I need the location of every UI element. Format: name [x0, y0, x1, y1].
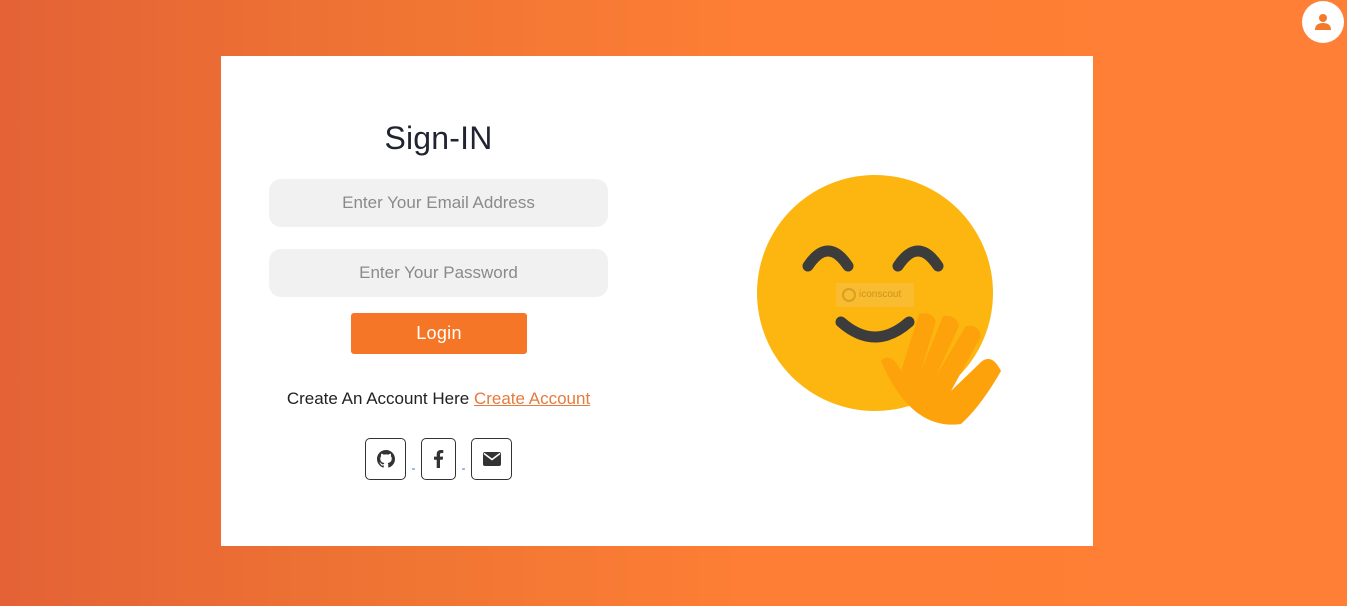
profile-button[interactable] [1302, 1, 1344, 43]
email-field[interactable] [269, 179, 608, 227]
envelope-icon [482, 452, 501, 466]
page-title: Sign-IN [384, 120, 493, 156]
github-button[interactable] [365, 438, 406, 480]
create-account-row: Create An Account Here Create Account [269, 389, 608, 409]
github-icon [376, 450, 395, 468]
user-icon [1315, 14, 1331, 30]
separator: - [461, 461, 466, 475]
login-button[interactable]: Login [351, 313, 527, 354]
facebook-icon [434, 450, 444, 468]
create-account-link[interactable]: Create Account [474, 389, 590, 408]
social-links: - - [365, 438, 512, 480]
create-account-prompt: Create An Account Here [286, 389, 470, 408]
email-button[interactable] [471, 438, 512, 480]
watermark: iconscout [836, 283, 914, 307]
separator: - [411, 461, 416, 475]
signin-card: Sign-IN Login Create An Account Here Cre… [221, 56, 1093, 546]
watermark-text: iconscout [859, 289, 901, 300]
password-field[interactable] [269, 249, 608, 297]
facebook-button[interactable] [421, 438, 456, 480]
waving-smiley-illustration: iconscout [757, 175, 1001, 425]
